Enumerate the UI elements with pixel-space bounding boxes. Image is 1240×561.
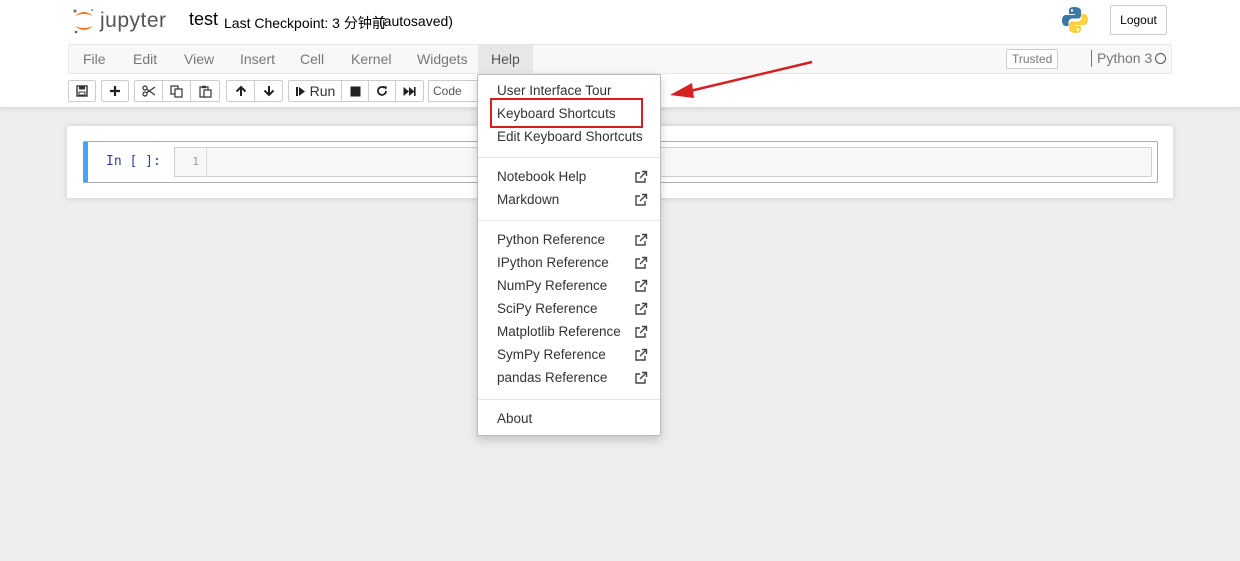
- logout-button[interactable]: Logout: [1110, 5, 1167, 35]
- menu-divider: [478, 399, 660, 400]
- red-arrow-annotation: [670, 60, 813, 98]
- menu-item-label: IPython Reference: [497, 255, 609, 270]
- menu-item-about[interactable]: About: [478, 408, 660, 430]
- autosave-status: (autosaved): [379, 13, 453, 29]
- arrow-down-icon: [263, 86, 274, 97]
- insert-cell-button[interactable]: [101, 80, 129, 102]
- interrupt-button[interactable]: [341, 80, 369, 102]
- menu-item-numpy-reference[interactable]: NumPy Reference: [478, 275, 660, 297]
- cut-button[interactable]: [134, 80, 163, 102]
- menu-item-python-reference[interactable]: Python Reference: [478, 229, 660, 251]
- menu-item-label: pandas Reference: [497, 370, 608, 385]
- menu-insert[interactable]: Insert: [234, 45, 281, 74]
- save-button[interactable]: [68, 80, 96, 102]
- external-link-icon: [635, 302, 648, 315]
- run-label: Run: [309, 83, 336, 99]
- kernel-name[interactable]: Python 3: [1097, 50, 1152, 66]
- menu-item-matplotlib-reference[interactable]: Matplotlib Reference: [478, 321, 660, 343]
- paste-icon: [198, 85, 212, 98]
- stop-icon: [350, 86, 360, 96]
- logo-text: jupyter: [100, 9, 167, 32]
- menu-view[interactable]: View: [178, 45, 220, 74]
- trusted-indicator[interactable]: Trusted: [1006, 49, 1059, 69]
- external-link-icon: [635, 279, 648, 292]
- step-forward-icon: [295, 86, 305, 96]
- help-dropdown-menu: User Interface Tour Keyboard Shortcuts E…: [477, 74, 661, 436]
- move-down-button[interactable]: [254, 80, 283, 102]
- external-link-icon: [635, 325, 648, 338]
- move-up-button[interactable]: [226, 80, 255, 102]
- jupyter-logo[interactable]: jupyter: [72, 6, 167, 36]
- highlight-annotation-box: [490, 98, 643, 128]
- menu-item-markdown[interactable]: Markdown: [478, 189, 660, 211]
- menu-item-label: SciPy Reference: [497, 301, 598, 316]
- line-number-gutter: 1: [174, 147, 207, 177]
- external-link-icon: [635, 256, 648, 269]
- menu-widgets[interactable]: Widgets: [411, 45, 474, 74]
- menu-divider: [478, 220, 660, 221]
- menu-item-label: Matplotlib Reference: [497, 324, 621, 339]
- paste-button[interactable]: [190, 80, 220, 102]
- external-link-icon: [635, 193, 648, 206]
- copy-icon: [170, 84, 183, 98]
- cell-type-select[interactable]: Code: [428, 80, 480, 102]
- run-button[interactable]: Run: [288, 80, 342, 102]
- menu-file[interactable]: File: [77, 45, 112, 74]
- kernel-separator: [1091, 50, 1092, 67]
- input-prompt: In [ ]:: [106, 154, 161, 169]
- external-link-icon: [635, 348, 648, 361]
- menu-item-edit-keyboard-shortcuts[interactable]: Edit Keyboard Shortcuts: [478, 126, 660, 148]
- menu-item-label: Notebook Help: [497, 169, 587, 184]
- menu-item-scipy-reference[interactable]: SciPy Reference: [478, 298, 660, 320]
- save-icon: [76, 85, 88, 97]
- menu-item-label: SymPy Reference: [497, 347, 606, 362]
- menu-edit[interactable]: Edit: [127, 45, 163, 74]
- menu-item-label: Python Reference: [497, 232, 606, 247]
- fast-forward-icon: [403, 86, 416, 96]
- kernel-idle-icon: [1155, 53, 1166, 64]
- python-logo-icon: [1062, 7, 1088, 33]
- menu-item-label: NumPy Reference: [497, 278, 608, 293]
- external-link-icon: [635, 233, 648, 246]
- menu-kernel[interactable]: Kernel: [345, 45, 397, 74]
- jupyter-logo-icon: [73, 8, 94, 34]
- menu-item-notebook-help[interactable]: Notebook Help: [478, 166, 660, 188]
- menu-item-ipython-reference[interactable]: IPython Reference: [478, 252, 660, 274]
- notebook-name[interactable]: test: [189, 9, 218, 30]
- menu-item-sympy-reference[interactable]: SymPy Reference: [478, 344, 660, 366]
- copy-button[interactable]: [162, 80, 191, 102]
- menu-cell[interactable]: Cell: [294, 45, 330, 74]
- restart-run-all-button[interactable]: [395, 80, 424, 102]
- checkpoint-status: Last Checkpoint: 3 分钟前: [224, 15, 386, 31]
- scissors-icon: [141, 85, 155, 97]
- external-link-icon: [635, 371, 648, 384]
- plus-icon: [110, 86, 120, 96]
- code-editor[interactable]: [174, 147, 1152, 177]
- menu-item-label: Markdown: [497, 192, 560, 207]
- refresh-icon: [377, 86, 387, 96]
- arrow-up-icon: [235, 85, 246, 96]
- menu-item-pandas-reference[interactable]: pandas Reference: [478, 367, 660, 389]
- menu-help[interactable]: Help: [478, 45, 533, 74]
- external-link-icon: [635, 170, 648, 183]
- restart-button[interactable]: [368, 80, 396, 102]
- menu-divider: [478, 157, 660, 158]
